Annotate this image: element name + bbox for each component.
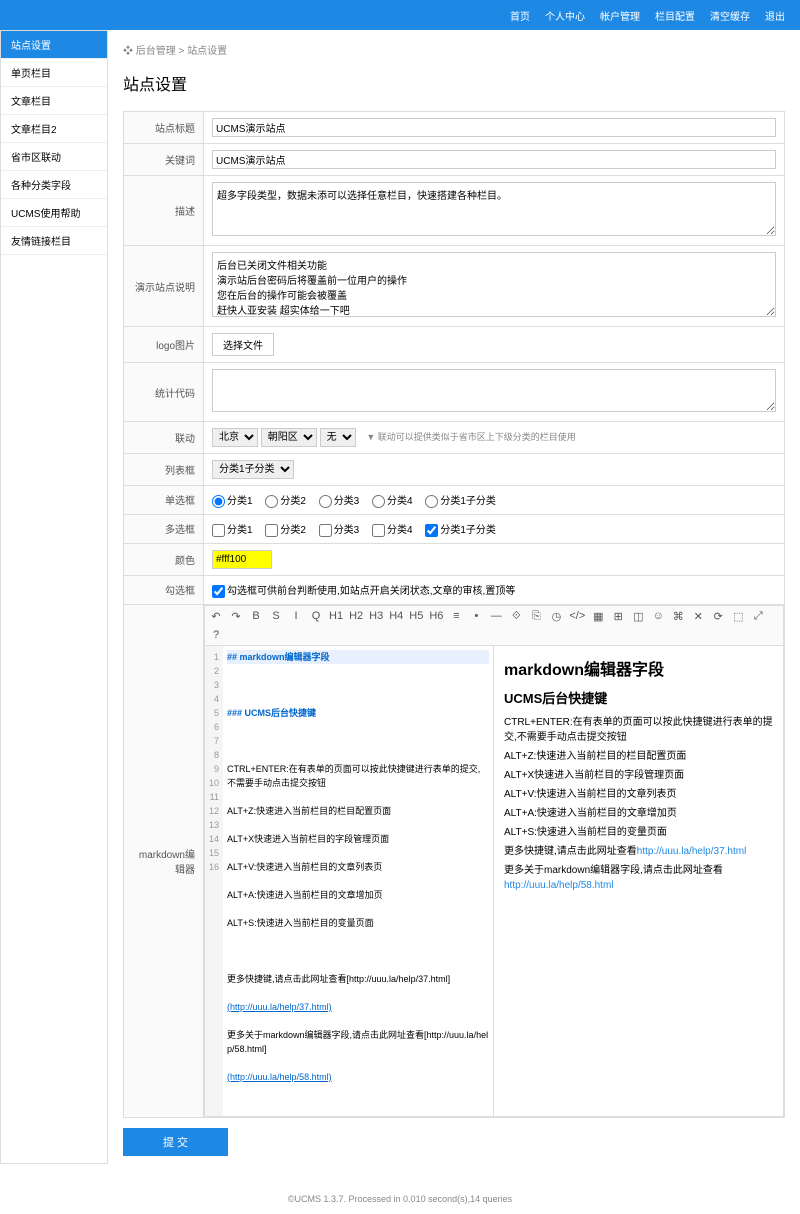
cb-3[interactable] [319, 524, 332, 537]
submit-button[interactable]: 提 交 [123, 1128, 228, 1156]
toolbar-icon-26[interactable]: ⬚ [731, 610, 745, 623]
toolbar-icon-23[interactable]: ⌘ [671, 610, 685, 623]
toolbar-icon-12[interactable]: ≡ [449, 610, 463, 622]
label-checkbox: 多选框 [124, 514, 204, 543]
sidebar-item-site-settings[interactable]: 站点设置 [1, 31, 107, 59]
toolbar-icon-3[interactable]: S [269, 610, 283, 622]
toolbar-icon-27[interactable]: ⤢ [751, 610, 765, 623]
label-list: 列表框 [124, 454, 204, 486]
sidebar-item-article2[interactable]: 文章栏目2 [1, 115, 107, 143]
sidebar-item-fields[interactable]: 各种分类字段 [1, 171, 107, 199]
nav-account[interactable]: 帐户管理 [600, 8, 640, 23]
toolbar-icon-22[interactable]: ☺ [651, 610, 665, 622]
label-site-title: 站点标题 [124, 112, 204, 144]
radio-4[interactable] [372, 495, 385, 508]
nav-column[interactable]: 栏目配置 [655, 8, 695, 23]
sidebar-item-single-page[interactable]: 单页栏目 [1, 59, 107, 87]
top-nav: 首页 个人中心 帐户管理 栏目配置 清空缓存 退出 [0, 0, 800, 30]
toolbar-icon-17[interactable]: ◷ [549, 610, 563, 623]
preview-h2: markdown编辑器字段 [504, 656, 773, 680]
sidebar: 站点设置 单页栏目 文章栏目 文章栏目2 省市区联动 各种分类字段 UCMS使用… [0, 30, 108, 1164]
toolbar-icon-25[interactable]: ⟳ [711, 610, 725, 623]
breadcrumb-admin[interactable]: 后台管理 [136, 46, 176, 57]
nav-personal[interactable]: 个人中心 [545, 8, 585, 23]
toolbar-icon-18[interactable]: </> [569, 610, 585, 622]
choose-file-button[interactable]: 选择文件 [212, 333, 274, 356]
toolbar-icon-13[interactable]: • [469, 610, 483, 622]
nav-clear[interactable]: 清空缓存 [710, 8, 750, 23]
markdown-source[interactable]: ## markdown编辑器字段 ### UCMS后台快捷键 CTRL+ENTE… [223, 646, 493, 1116]
toolbar-icon-6[interactable]: H1 [329, 610, 343, 622]
toolbar-icon-24[interactable]: ✕ [691, 610, 705, 623]
toolbar-icon-14[interactable]: — [489, 610, 503, 622]
label-linkage: 联动 [124, 422, 204, 454]
toolbar-icon-8[interactable]: H3 [369, 610, 383, 622]
site-title-input[interactable] [212, 118, 776, 137]
breadcrumb-current: 站点设置 [187, 46, 227, 57]
markdown-source-pane[interactable]: 12345678910111213141516 ## markdown编辑器字段… [205, 646, 494, 1116]
sidebar-item-linkage[interactable]: 省市区联动 [1, 143, 107, 171]
linkage-hint: ▼ 联动可以提供类似于省市区上下级分类的栏目使用 [366, 432, 575, 442]
checknote-cb[interactable] [212, 585, 225, 598]
toolbar-icon-10[interactable]: H5 [409, 610, 423, 622]
label-keywords: 关键词 [124, 144, 204, 176]
toolbar-icon-4[interactable]: I [289, 610, 303, 622]
toolbar-icon-19[interactable]: ▦ [591, 610, 605, 623]
linkage-select-3[interactable]: 无 [320, 428, 356, 447]
keywords-input[interactable] [212, 150, 776, 169]
radio-2[interactable] [265, 495, 278, 508]
markdown-toolbar: ↶ ↷ BSIQ H1 H2 H3 H4 H5 H6 ≡ • — ⟐ ⎘ ◷ </> ▦ ⊞ ◫ ☺ ⌘ ✕ ⟳ ⬚ ⤢? [204, 605, 784, 646]
cb-1[interactable] [212, 524, 225, 537]
sidebar-item-links[interactable]: 友情链接栏目 [1, 227, 107, 255]
nav-home[interactable]: 首页 [510, 8, 530, 23]
linkage-select-1[interactable]: 北京 [212, 428, 258, 447]
toolbar-icon-0[interactable]: ↶ [209, 610, 223, 623]
cb-4[interactable] [372, 524, 385, 537]
radio-1[interactable] [212, 495, 225, 508]
label-markdown: markdown编辑器 [124, 604, 204, 1117]
preview-link-1[interactable]: http://uuu.la/help/37.html [637, 846, 747, 857]
toolbar-icon-9[interactable]: H4 [389, 610, 403, 622]
nav-logout[interactable]: 退出 [765, 8, 785, 23]
toolbar-icon-2[interactable]: B [249, 610, 263, 622]
cb-5[interactable] [425, 524, 438, 537]
demo-note-textarea[interactable]: 后台已关闭文件相关功能 演示站后台密码后将覆盖前一位用户的操作 您在后台的操作可… [212, 252, 776, 317]
breadcrumb: ❖ 后台管理 > 站点设置 [123, 38, 785, 61]
toolbar-icon-20[interactable]: ⊞ [611, 610, 625, 623]
sidebar-item-article[interactable]: 文章栏目 [1, 87, 107, 115]
color-input[interactable] [212, 550, 272, 569]
radio-3[interactable] [319, 495, 332, 508]
toolbar-icon-21[interactable]: ◫ [631, 610, 645, 623]
toolbar-icon-16[interactable]: ⎘ [529, 610, 543, 623]
list-select[interactable]: 分类1子分类 [212, 460, 294, 479]
label-radio: 单选框 [124, 486, 204, 515]
radio-5[interactable] [425, 495, 438, 508]
toolbar-icon-15[interactable]: ⟐ [509, 610, 523, 623]
linkage-select-2[interactable]: 朝阳区 [261, 428, 317, 447]
preview-h3: UCMS后台快捷键 [504, 688, 773, 707]
toolbar-icon-7[interactable]: H2 [349, 610, 363, 622]
desc-textarea[interactable]: 超多字段类型，数据未添可以选择任意栏目，快速搭建各种栏目。 [212, 182, 776, 236]
toolbar-icon-28[interactable]: ? [209, 629, 223, 641]
label-desc: 描述 [124, 176, 204, 246]
label-logo: logo图片 [124, 327, 204, 363]
label-stats: 统计代码 [124, 363, 204, 422]
toolbar-icon-1[interactable]: ↷ [229, 610, 243, 623]
line-numbers: 12345678910111213141516 [205, 646, 223, 1116]
footer: ©UCMS 1.3.7. Processed in 0.010 second(s… [0, 1194, 800, 1204]
preview-link-2[interactable]: http://uuu.la/help/58.html [504, 880, 614, 891]
markdown-preview: markdown编辑器字段 UCMS后台快捷键 CTRL+ENTER:在有表单的… [494, 646, 783, 1116]
label-checknote: 勾选框 [124, 575, 204, 604]
label-demo-note: 演示站点说明 [124, 246, 204, 327]
stats-textarea[interactable] [212, 369, 776, 412]
checknote-text: 勾选框可供前台判断使用,如站点开启关闭状态,文章的审核,置顶等 [227, 586, 515, 597]
sidebar-item-help[interactable]: UCMS使用帮助 [1, 199, 107, 227]
toolbar-icon-5[interactable]: Q [309, 610, 323, 622]
breadcrumb-icon: ❖ [123, 46, 133, 57]
label-color: 颜色 [124, 543, 204, 575]
toolbar-icon-11[interactable]: H6 [429, 610, 443, 622]
cb-2[interactable] [265, 524, 278, 537]
page-title: 站点设置 [123, 71, 785, 101]
